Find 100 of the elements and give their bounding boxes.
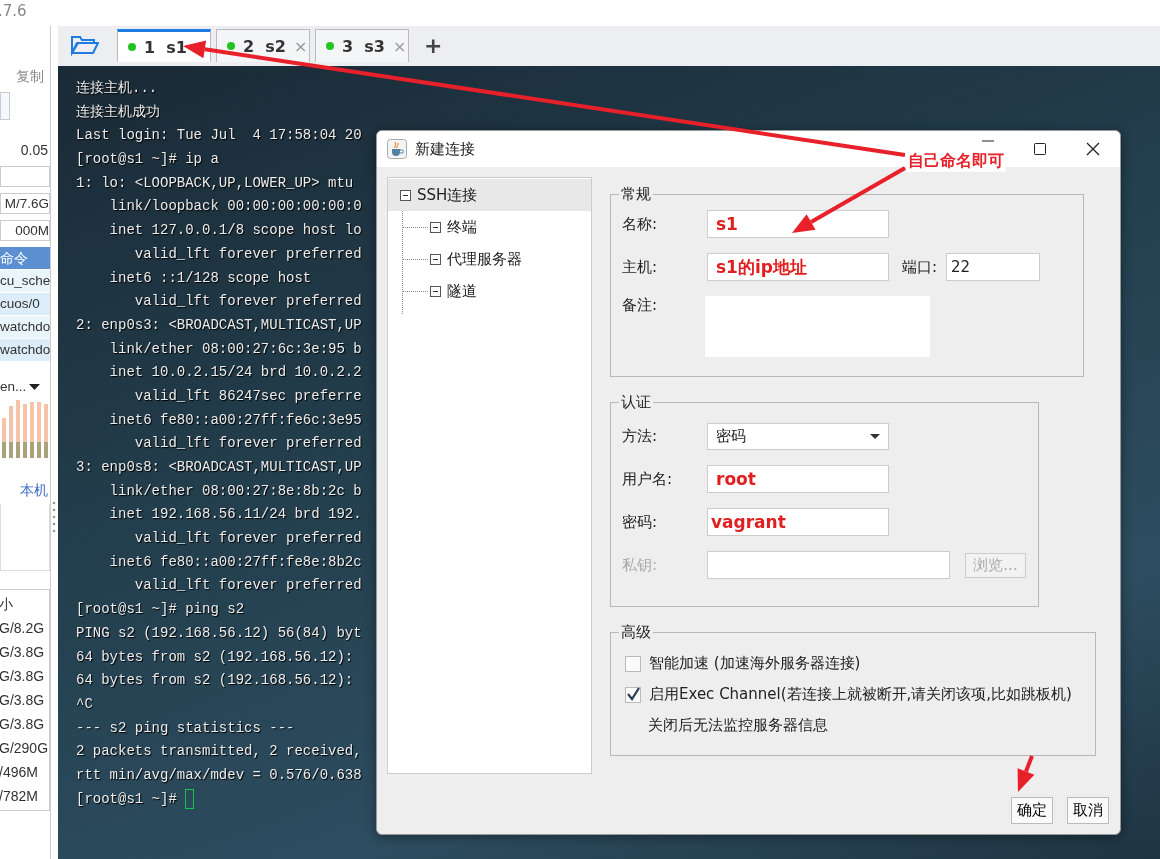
username-field[interactable]: root (707, 465, 889, 493)
password-field[interactable]: vagrant (707, 508, 889, 536)
ok-button[interactable]: 确定 (1011, 797, 1053, 824)
field-label: 方法: (622, 426, 659, 446)
terminal-line: inet6 fe80::a00:27ff:fe8e:8b2c (108, 553, 362, 570)
method-dropdown[interactable]: 密码 (707, 422, 889, 450)
terminal-line: inet6 ::1/128 scope host (108, 269, 312, 286)
collapse-icon[interactable] (430, 253, 441, 265)
tree-item[interactable]: 隧道 (402, 275, 591, 307)
terminal-line: valid_lft forever preferred (133, 577, 362, 594)
network-chart-drawing (0, 398, 50, 460)
tree-item[interactable]: SSH连接 (388, 179, 591, 211)
checkbox[interactable] (625, 686, 641, 703)
field-label: 端口: (902, 257, 938, 277)
annotation-note: 自己命名即可 (906, 151, 1006, 172)
column-header: 命令 (0, 247, 50, 269)
terminal-line: 3: enp0s8: <BROADCAST,MULTICAST,UP (76, 459, 362, 475)
memory-meter: M/7.6G (0, 193, 50, 214)
new-tab-button[interactable]: + (424, 33, 443, 58)
collapse-icon[interactable] (430, 221, 441, 233)
terminal-line: [root@s1 ~]# ip a (76, 151, 219, 168)
disk-usage: G/3.8G (0, 667, 46, 686)
field-label: 密码: (622, 512, 659, 532)
name-field[interactable]: s1 (707, 210, 889, 238)
caret-icon (29, 383, 41, 390)
process-name: watchdo (0, 339, 50, 361)
disk-usage: G/3.8G (0, 691, 46, 710)
host-field[interactable]: s1的ip地址 (707, 253, 889, 281)
collapse-icon[interactable] (430, 285, 441, 297)
chart-area (0, 504, 50, 571)
terminal-line: valid_lft forever preferred (133, 245, 362, 262)
status-dot (326, 42, 334, 50)
annotation-arrow (1017, 755, 1035, 792)
terminal-line: inet 10.0.2.15/24 brd 10.0.2.2 (108, 364, 362, 381)
terminal-line: valid_lft forever preferred (133, 293, 362, 310)
session-tab[interactable]: 3 s3 × (315, 29, 409, 62)
field-label: 名称: (622, 214, 659, 234)
tree-item[interactable]: 代理服务器 (402, 243, 591, 275)
field-label: 用户名: (622, 469, 674, 489)
network-dropdown[interactable]: en... (0, 379, 41, 394)
field-label: 备注: (622, 296, 659, 315)
copy-link[interactable]: 复制 (16, 68, 44, 86)
terminal-line: valid_lft forever preferred (133, 530, 362, 547)
disk-usage: G/290G (0, 739, 49, 758)
app-version: .7.6 (0, 2, 27, 20)
cancel-button[interactable]: 取消 (1067, 797, 1109, 824)
terminal-line: Last login: Tue Jul 4 17:58:04 20 (76, 127, 362, 144)
terminal-line: inet 127.0.0.1/8 scope host lo (108, 222, 362, 239)
terminal-line: --- s2 ping statistics --- (76, 719, 295, 736)
dialog-title: 新建连接 (415, 139, 475, 159)
field-label: 私钥: (622, 555, 659, 575)
process-name: cuos/0 (0, 293, 50, 315)
terminal-line: 64 bytes from s2 (192.168.56.12): (76, 648, 354, 665)
group-title: 认证 (620, 393, 652, 412)
disk-usage: G/8.2G (0, 619, 46, 638)
command-field[interactable] (0, 92, 10, 120)
collapse-icon[interactable] (400, 189, 411, 201)
status-dot (227, 42, 235, 50)
caret-icon (870, 433, 880, 439)
field-label: 主机: (622, 257, 659, 277)
process-name: watchdo (0, 316, 50, 338)
session-tab[interactable]: 2 s2 × (216, 29, 310, 62)
terminal-line: 2 packets transmitted, 2 received, (76, 743, 362, 760)
terminal-line: link/loopback 00:00:00:00:00:0 (108, 198, 362, 215)
terminal-line: 连接主机... (76, 80, 158, 96)
group-title: 高级 (620, 623, 652, 642)
terminal-line: PING s2 (192.168.56.12) 56(84) byt (76, 624, 362, 641)
terminal-line: valid_lft forever preferred (133, 435, 362, 452)
disk-usage: G/3.8G (0, 643, 46, 662)
cursor (184, 788, 194, 809)
port-field[interactable]: 22 (946, 253, 1041, 281)
session-tab[interactable]: 1 s1 (117, 29, 211, 62)
splitter-handle[interactable] (52, 501, 56, 533)
swap-meter: 000M (0, 220, 50, 241)
tree-item[interactable]: 终端 (402, 211, 591, 243)
checkbox[interactable] (625, 655, 641, 672)
terminal-line: ^C (76, 695, 93, 712)
terminal-line: valid_lft 86247sec preferre (133, 387, 362, 404)
terminal-line: 1: lo: <LOOPBACK,UP,LOWER_UP> mtu (76, 174, 354, 191)
terminal-line: 连接主机成功 (76, 103, 160, 120)
disk-usage: G/3.8G (0, 715, 46, 734)
status-dot (128, 43, 136, 51)
terminal-line: inet6 fe80::a00:27ff:fe6c:3e95 (108, 411, 362, 428)
option-note: 关闭后无法监控服务器信息 (648, 715, 829, 736)
option-label: 启用Exec Channel(若连接上就被断开,请关闭该项,比如跳板机) (649, 685, 1072, 704)
terminal-line: [root@s1 ~]# (76, 790, 177, 807)
group-title: 常规 (620, 185, 652, 204)
load-value: 0.05 (20, 141, 48, 160)
terminal-line: 2: enp0s3: <BROADCAST,MULTICAST,UP (76, 316, 362, 333)
process-name: cu_sche (0, 270, 50, 292)
terminal-line: link/ether 08:00:27:8e:8b:2c b (108, 482, 362, 499)
java-cup-icon (387, 139, 407, 159)
maximize-button[interactable] (1034, 143, 1046, 155)
terminal-line: inet 192.168.56.11/24 brd 192. (108, 506, 362, 523)
network-label[interactable]: 本机 (20, 482, 48, 500)
close-button[interactable] (1086, 142, 1100, 156)
terminal-line: [root@s1 ~]# ping s2 (76, 601, 245, 618)
terminal-line: rtt min/avg/max/mdev = 0.576/0.638 (76, 766, 362, 783)
terminal-line: 64 bytes from s2 (192.168.56.12): (76, 672, 354, 689)
terminal-line: link/ether 08:00:27:6c:3e:95 b (108, 340, 362, 357)
